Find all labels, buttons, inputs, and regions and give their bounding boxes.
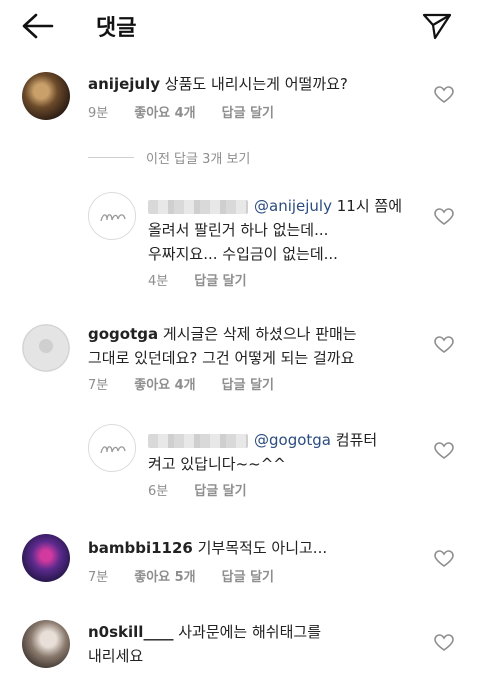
comment-username[interactable]: gogotga	[88, 325, 158, 343]
send-icon[interactable]	[420, 10, 454, 42]
comment-time: 7분	[88, 378, 109, 393]
avatar[interactable]	[22, 534, 70, 582]
comment-username[interactable]: bambbi1126	[88, 539, 193, 557]
likes-count[interactable]: 좋아요 5개	[134, 570, 195, 585]
page-title: 댓글	[96, 16, 137, 41]
reply-button[interactable]: 답글 달기	[222, 378, 274, 393]
avatar[interactable]	[88, 424, 136, 472]
likes-count[interactable]: 좋아요 4개	[134, 378, 195, 393]
comment-text: 기부목적도 아니고...	[192, 539, 328, 557]
header: 댓글	[0, 0, 480, 54]
view-previous-label: 이전 답글 3개 보기	[146, 152, 251, 167]
avatar[interactable]	[22, 620, 70, 668]
comment-text-line: 우짜지요... 수입금이 없는데...	[148, 245, 338, 263]
heart-icon[interactable]	[434, 634, 454, 652]
likes-count[interactable]: 좋아요 4개	[134, 106, 195, 121]
comment-text: 상품도 내리시는게 어떨까요?	[164, 75, 348, 93]
comment-username[interactable]: n0skill____	[88, 623, 173, 641]
comment-text-line: 올려서 팔린거 하나 없는데...	[148, 221, 329, 239]
mention-link[interactable]: @anijejuly	[254, 197, 332, 215]
avatar[interactable]	[88, 192, 136, 240]
comment-time: 6분	[148, 484, 169, 499]
heart-icon[interactable]	[434, 86, 454, 104]
blurred-username	[148, 433, 248, 448]
reply-button[interactable]: 답글 달기	[222, 570, 274, 585]
heart-icon[interactable]	[434, 208, 454, 226]
avatar[interactable]	[22, 72, 70, 120]
default-avatar-icon	[22, 324, 70, 372]
heart-icon[interactable]	[434, 336, 454, 354]
comment-text: 사과문에는 해쉬태그를	[173, 623, 321, 641]
comment-text-line: 그대로 있던데요? 그건 어떻게 되는 걸까요	[88, 349, 355, 367]
mention-link[interactable]: @gogotga	[254, 431, 331, 449]
back-arrow-icon[interactable]	[18, 10, 58, 42]
blurred-username	[148, 199, 248, 214]
comment-time: 9분	[88, 106, 109, 121]
brand-logo-icon	[100, 446, 126, 454]
avatar[interactable]	[22, 324, 70, 372]
comment-text-line: 내리세요	[88, 647, 144, 665]
reply-button[interactable]: 답글 달기	[222, 106, 274, 121]
comment-time: 4분	[148, 274, 169, 289]
reply-button[interactable]: 답글 달기	[194, 274, 246, 289]
comment-username[interactable]: anijejuly	[88, 75, 160, 93]
comment-text: 게시글은 삭제 하셨으나 판매는	[158, 325, 357, 343]
comment-time: 7분	[88, 570, 109, 585]
comment-text: 컴퓨터	[331, 431, 378, 449]
divider-line	[88, 157, 134, 158]
view-previous-replies[interactable]: 이전 답글 3개 보기	[88, 148, 250, 167]
heart-icon[interactable]	[434, 550, 454, 568]
brand-logo-icon	[100, 214, 126, 222]
comment-text: 11시 쯤에	[331, 197, 403, 215]
heart-icon[interactable]	[434, 442, 454, 460]
comment-text-line: 켜고 있답니다~~^^	[148, 455, 286, 473]
reply-button[interactable]: 답글 달기	[194, 484, 246, 499]
